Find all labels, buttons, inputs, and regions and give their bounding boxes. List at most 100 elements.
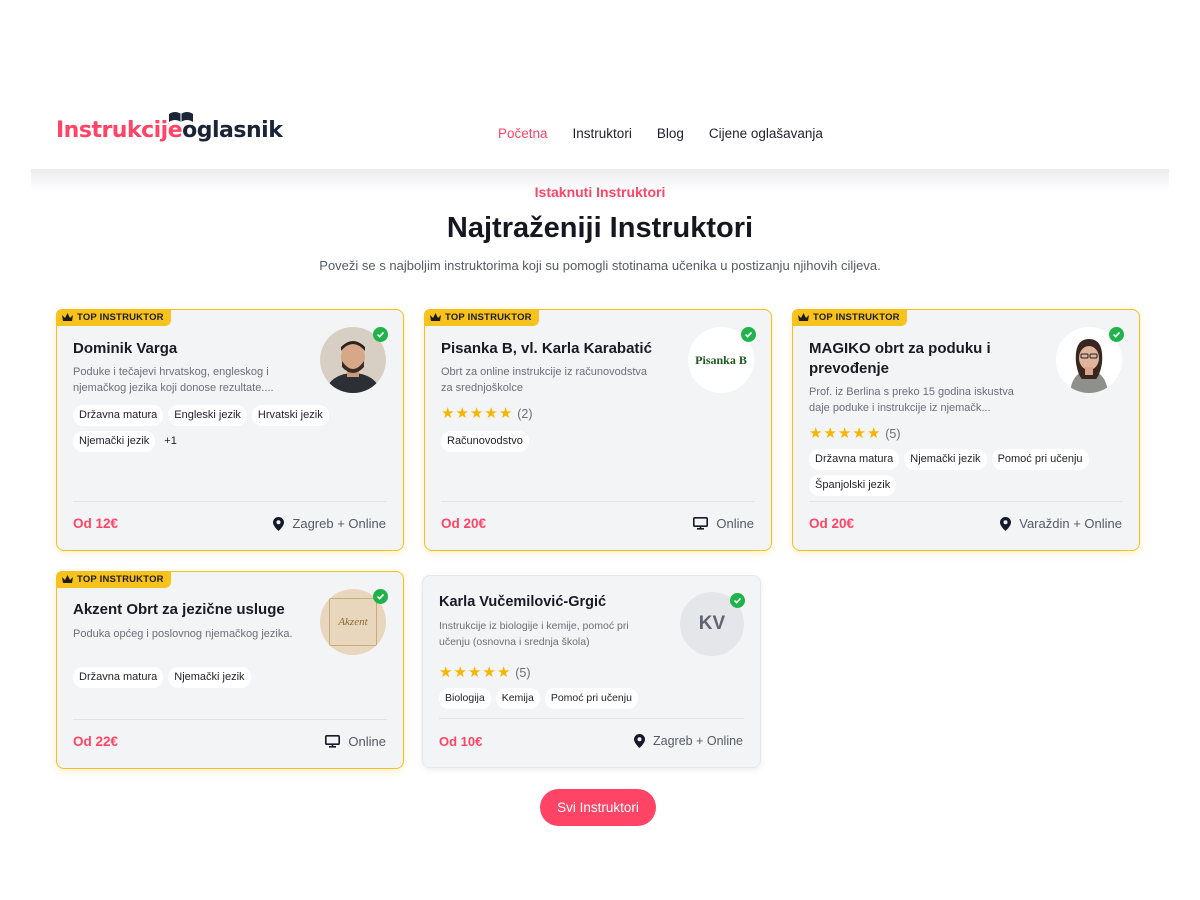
card-divider xyxy=(439,718,744,719)
verified-check-icon xyxy=(373,589,388,604)
top-instructor-badge: TOP INSTRUKTOR xyxy=(424,309,539,326)
subject-tags: Biologija Kemija Pomoć pri učenju xyxy=(439,688,699,709)
star-icon: ★ xyxy=(496,664,511,681)
avatar-logo-text: Akzent xyxy=(329,598,377,646)
more-tags-count: +1 xyxy=(164,435,177,447)
map-pin-icon xyxy=(273,516,285,531)
nav-item-cijene[interactable]: Cijene oglašavanja xyxy=(709,126,823,141)
star-icon: ★ xyxy=(837,425,852,442)
crown-icon xyxy=(430,313,441,321)
nav-item-pocetna[interactable]: Početna xyxy=(498,126,548,141)
location-text: Zagreb + Online xyxy=(292,516,386,531)
subject-tag: Računovodstvo xyxy=(441,431,529,452)
badge-label: TOP INSTRUKTOR xyxy=(445,312,532,323)
price: Od 20€ xyxy=(441,516,487,531)
subject-tag: Njemački jezik xyxy=(904,449,987,470)
star-icon: ★ xyxy=(852,425,866,442)
instructor-name[interactable]: Karla Vučemilović-Grgić xyxy=(439,592,606,612)
monitor-icon xyxy=(693,517,709,530)
subject-tag: Njemački jezik xyxy=(73,431,156,452)
star-icon: ★ xyxy=(809,425,823,442)
price: Od 20€ xyxy=(809,516,855,531)
map-pin-icon xyxy=(634,734,646,748)
verified-check-icon xyxy=(1109,327,1124,342)
top-instructor-badge: TOP INSTRUKTOR xyxy=(792,309,907,326)
instructor-name[interactable]: Akzent Obrt za jezične usluge xyxy=(73,600,285,620)
main-nav: Početna Instruktori Blog Cijene oglašava… xyxy=(498,126,823,141)
subject-tag: Pomoć pri učenju xyxy=(544,688,638,709)
verified-check-icon xyxy=(730,593,745,608)
verified-check-icon xyxy=(741,327,756,342)
subject-tag: Španjolski jezik xyxy=(809,475,897,496)
crown-icon xyxy=(62,575,73,583)
instructor-card[interactable]: TOP INSTRUKTOR Pisanka B, vl. Karla Kara… xyxy=(424,309,772,551)
all-instructors-button[interactable]: Svi Instruktori xyxy=(540,789,656,826)
price: Od 10€ xyxy=(439,734,483,749)
card-divider xyxy=(73,501,387,502)
crown-icon xyxy=(798,313,809,321)
subject-tag: Državna matura xyxy=(73,405,164,426)
instructor-name[interactable]: Pisanka B, vl. Karla Karabatić xyxy=(441,339,652,359)
star-icon: ★ xyxy=(441,405,455,422)
location: Online xyxy=(693,516,754,531)
top-instructor-badge: TOP INSTRUKTOR xyxy=(56,571,171,588)
nav-item-instruktori[interactable]: Instruktori xyxy=(573,126,632,141)
badge-label: TOP INSTRUKTOR xyxy=(77,574,164,585)
brand-name-part1: Instrukcije xyxy=(56,118,183,143)
location-text: Online xyxy=(348,734,386,749)
instructor-description: Prof. iz Berlina s preko 15 godina iskus… xyxy=(809,386,1014,414)
instructor-description: Poduke i tečajevi hrvatskog, engleskog i… xyxy=(73,366,274,394)
star-icon: ★ xyxy=(823,425,837,442)
star-icon: ★ xyxy=(453,664,467,681)
star-icon: ★ xyxy=(498,405,513,422)
instructor-name[interactable]: MAGIKO obrt za poduku i prevođenje xyxy=(809,339,991,379)
instructor-description: Poduka općeg i poslovnog njemačkog jezik… xyxy=(73,628,293,640)
brand-name-part2: oglasnik xyxy=(182,118,283,143)
subject-tag: Hrvatski jezik xyxy=(251,405,329,426)
star-icon: ★ xyxy=(482,664,496,681)
subject-tag: Biologija xyxy=(439,688,491,709)
location: Zagreb + Online xyxy=(634,734,743,748)
location: Zagreb + Online xyxy=(273,516,386,531)
star-rating: ★ ★ ★ ★ ★ (5) xyxy=(439,665,531,680)
location-text: Zagreb + Online xyxy=(653,734,743,748)
instructor-name[interactable]: Dominik Varga xyxy=(73,339,177,359)
nav-item-blog[interactable]: Blog xyxy=(657,126,684,141)
instructor-card[interactable]: Karla Vučemilović-Grgić Instrukcije iz b… xyxy=(422,575,761,768)
star-icon: ★ xyxy=(455,405,469,422)
rating-count: (5) xyxy=(885,426,901,441)
card-divider xyxy=(73,719,387,720)
instructor-description: Instrukcije iz biologije i kemije, pomoć… xyxy=(439,620,629,648)
open-book-icon xyxy=(169,112,193,122)
map-pin-icon xyxy=(1000,516,1012,531)
badge-label: TOP INSTRUKTOR xyxy=(77,312,164,323)
page: Instrukcijeoglasnik Početna Instruktori … xyxy=(0,0,1200,900)
star-rating: ★ ★ ★ ★ ★ (5) xyxy=(809,426,901,441)
instructor-card[interactable]: TOP INSTRUKTOR Akzent Obrt za jezične us… xyxy=(56,571,404,769)
subject-tag: Engleski jezik xyxy=(168,405,247,426)
star-icon: ★ xyxy=(467,664,482,681)
subject-tags: Državna matura Njemački jezik xyxy=(73,667,353,688)
site-header: Instrukcijeoglasnik Početna Instruktori … xyxy=(0,112,1200,160)
location: Online xyxy=(325,734,386,749)
instructor-card[interactable]: TOP INSTRUKTOR Dominik Varga Poduke i te… xyxy=(56,309,404,551)
monitor-icon xyxy=(325,735,341,748)
subject-tag: Državna matura xyxy=(809,449,900,470)
star-icon: ★ xyxy=(439,664,453,681)
price: Od 22€ xyxy=(73,734,119,749)
badge-label: TOP INSTRUKTOR xyxy=(813,312,900,323)
subject-tags: Državna matura Njemački jezik Pomoć pri … xyxy=(809,449,1129,496)
rating-count: (5) xyxy=(515,665,531,680)
subject-tag: Državna matura xyxy=(73,667,164,688)
brand-logo[interactable]: Instrukcijeoglasnik xyxy=(56,112,283,143)
section-title: Najtraženiji Instruktori xyxy=(446,212,754,244)
subject-tags: Državna matura Engleski jezik Hrvatski j… xyxy=(73,405,353,452)
subject-tag: Pomoć pri učenju xyxy=(991,449,1089,470)
section-subtitle: Poveži se s najboljim instruktorima koji… xyxy=(319,258,881,273)
verified-check-icon xyxy=(373,327,388,342)
rating-count: (2) xyxy=(517,406,533,421)
crown-icon xyxy=(62,313,73,321)
location-text: Varaždin + Online xyxy=(1019,516,1122,531)
instructor-card[interactable]: TOP INSTRUKTOR MAGIKO obrt za poduku i p… xyxy=(792,309,1140,551)
section-eyebrow: Istaknuti Instruktori xyxy=(534,184,666,200)
